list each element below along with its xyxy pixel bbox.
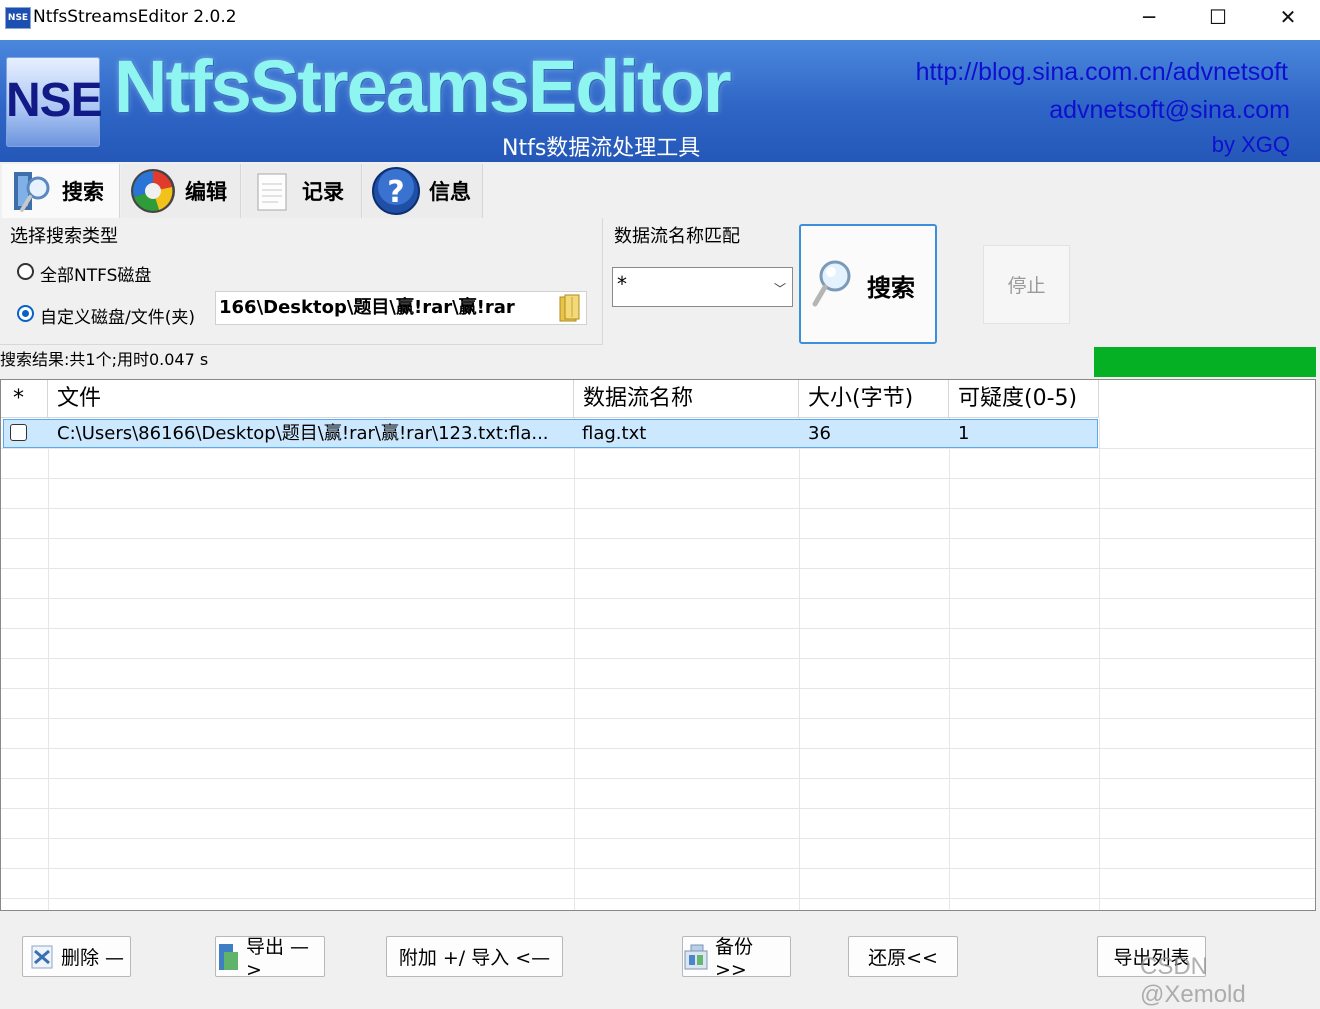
row-file-cell: C:\Users\86166\Desktop\题目\赢!rar\赢!rar\12… <box>57 423 549 444</box>
search-status: 搜索结果:共1个;用时0.047 s <box>0 350 209 369</box>
grid-divider <box>1 688 1315 689</box>
column-header-size[interactable]: 大小(字节) <box>799 380 949 418</box>
tab-bar: 搜索 编辑 记录 ? 信息 <box>0 162 1320 218</box>
banner-subtitle: Ntfs数据流处理工具 <box>502 136 701 161</box>
watermark: CSDN @Xemold <box>1140 953 1246 1008</box>
svg-text:?: ? <box>387 175 404 210</box>
close-button[interactable]: ✕ <box>1253 0 1320 34</box>
row-stream-cell: flag.txt <box>582 423 647 444</box>
grid-divider <box>1 658 1315 659</box>
search-button-label: 搜索 <box>867 274 915 302</box>
search-tab-icon <box>10 168 54 214</box>
tab-log-label: 记录 <box>302 180 344 204</box>
info-tab-icon: ? <box>371 166 421 216</box>
stop-button-label: 停止 <box>1007 275 1046 297</box>
tab-info[interactable]: ? 信息 <box>363 164 483 218</box>
custom-path-input[interactable]: 166\Desktop\题目\赢!rar\赢!rar <box>215 291 587 325</box>
app-icon: NSE <box>5 7 31 29</box>
grid-divider <box>1 808 1315 809</box>
radio-custom-path-label: 自定义磁盘/文件(夹) <box>40 308 195 328</box>
stream-match-select[interactable]: * ﹀ <box>612 267 793 307</box>
grid-divider <box>1 718 1315 719</box>
title-bar: NSE NtfsStreamsEditor 2.0.2 ─ ☐ ✕ <box>0 0 1320 40</box>
blog-link[interactable]: http://blog.sina.com.cn/advnetsoft <box>916 58 1288 87</box>
chevron-down-icon: ﹀ <box>773 282 786 296</box>
folder-browse-icon[interactable] <box>557 293 583 323</box>
column-header-select[interactable]: * <box>1 380 48 418</box>
header-banner: NSE NtfsStreamsEditor Ntfs数据流处理工具 http:/… <box>0 40 1320 162</box>
grid-divider <box>1 778 1315 779</box>
tab-search[interactable]: 搜索 <box>2 164 120 218</box>
grid-divider <box>1 478 1315 479</box>
grid-divider <box>1 628 1315 629</box>
maximize-button[interactable]: ☐ <box>1183 0 1253 34</box>
restore-button[interactable]: 还原<< <box>848 936 958 977</box>
nse-logo: NSE <box>6 57 103 147</box>
row-suspicion-cell: 1 <box>958 423 970 444</box>
author-label: by XGQ <box>1211 132 1290 157</box>
progress-bar <box>1094 347 1316 377</box>
tab-edit-label: 编辑 <box>185 180 227 204</box>
tab-search-label: 搜索 <box>62 180 104 204</box>
progress-fill <box>1094 347 1316 377</box>
stop-button[interactable]: 停止 <box>983 245 1070 324</box>
export-button-label: 导出 —> <box>246 936 310 981</box>
stream-match-value: * <box>617 272 627 296</box>
search-type-label: 选择搜索类型 <box>10 226 118 247</box>
column-header-file[interactable]: 文件 <box>48 380 574 418</box>
magnifier-icon <box>811 258 855 312</box>
search-button[interactable]: 搜索 <box>799 224 937 344</box>
window-title: NtfsStreamsEditor 2.0.2 <box>33 7 237 27</box>
log-tab-icon <box>250 168 294 214</box>
results-table: * 文件 数据流名称 大小(字节) 可疑度(0-5) C:\Users\8616… <box>0 379 1316 911</box>
custom-path-value: 166\Desktop\题目\赢!rar\赢!rar <box>219 297 515 318</box>
radio-all-ntfs-label: 全部NTFS磁盘 <box>40 266 152 286</box>
grid-divider <box>1 838 1315 839</box>
export-button[interactable]: 导出 —> <box>215 936 325 981</box>
grid-divider <box>1 448 1315 449</box>
column-header-stream[interactable]: 数据流名称 <box>574 380 799 418</box>
grid-divider <box>1 568 1315 569</box>
delete-button-label: 删除 — <box>60 947 125 969</box>
restore-button-label: 还原<< <box>868 947 938 969</box>
grid-divider <box>1 508 1315 509</box>
delete-button[interactable]: 删除 — <box>22 936 131 977</box>
grid-divider <box>1 898 1315 899</box>
row-checkbox[interactable] <box>10 424 27 441</box>
brand-title: NtfsStreamsEditor <box>114 45 732 128</box>
backup-icon <box>683 943 709 971</box>
grid-divider <box>1 538 1315 539</box>
radio-custom-path[interactable] <box>17 305 34 322</box>
search-type-group: 选择搜索类型 全部NTFS磁盘 自定义磁盘/文件(夹) <box>0 218 603 345</box>
grid-divider <box>1 868 1315 869</box>
edit-tab-icon <box>129 167 177 215</box>
grid-divider <box>1 598 1315 599</box>
minimize-button[interactable]: ─ <box>1114 0 1184 34</box>
tab-info-label: 信息 <box>429 180 471 204</box>
backup-button-label: 备份 >> <box>715 936 754 981</box>
tab-log[interactable]: 记录 <box>242 164 362 218</box>
export-icon <box>216 942 240 972</box>
stream-match-label: 数据流名称匹配 <box>614 226 740 247</box>
email-link[interactable]: advnetsoft@sina.com <box>1049 96 1290 125</box>
attach-import-button-label: 附加 +/ 导入 <— <box>398 947 551 969</box>
backup-button[interactable]: 备份 >> <box>682 936 791 981</box>
nse-logo-text: NSE <box>6 74 103 127</box>
grid-divider <box>1 748 1315 749</box>
column-header-suspicion[interactable]: 可疑度(0-5) <box>949 380 1099 418</box>
tab-edit[interactable]: 编辑 <box>121 164 241 218</box>
attach-import-button[interactable]: 附加 +/ 导入 <— <box>386 936 563 977</box>
delete-icon <box>29 943 55 971</box>
radio-all-ntfs[interactable] <box>17 263 34 280</box>
row-size-cell: 36 <box>808 423 831 444</box>
